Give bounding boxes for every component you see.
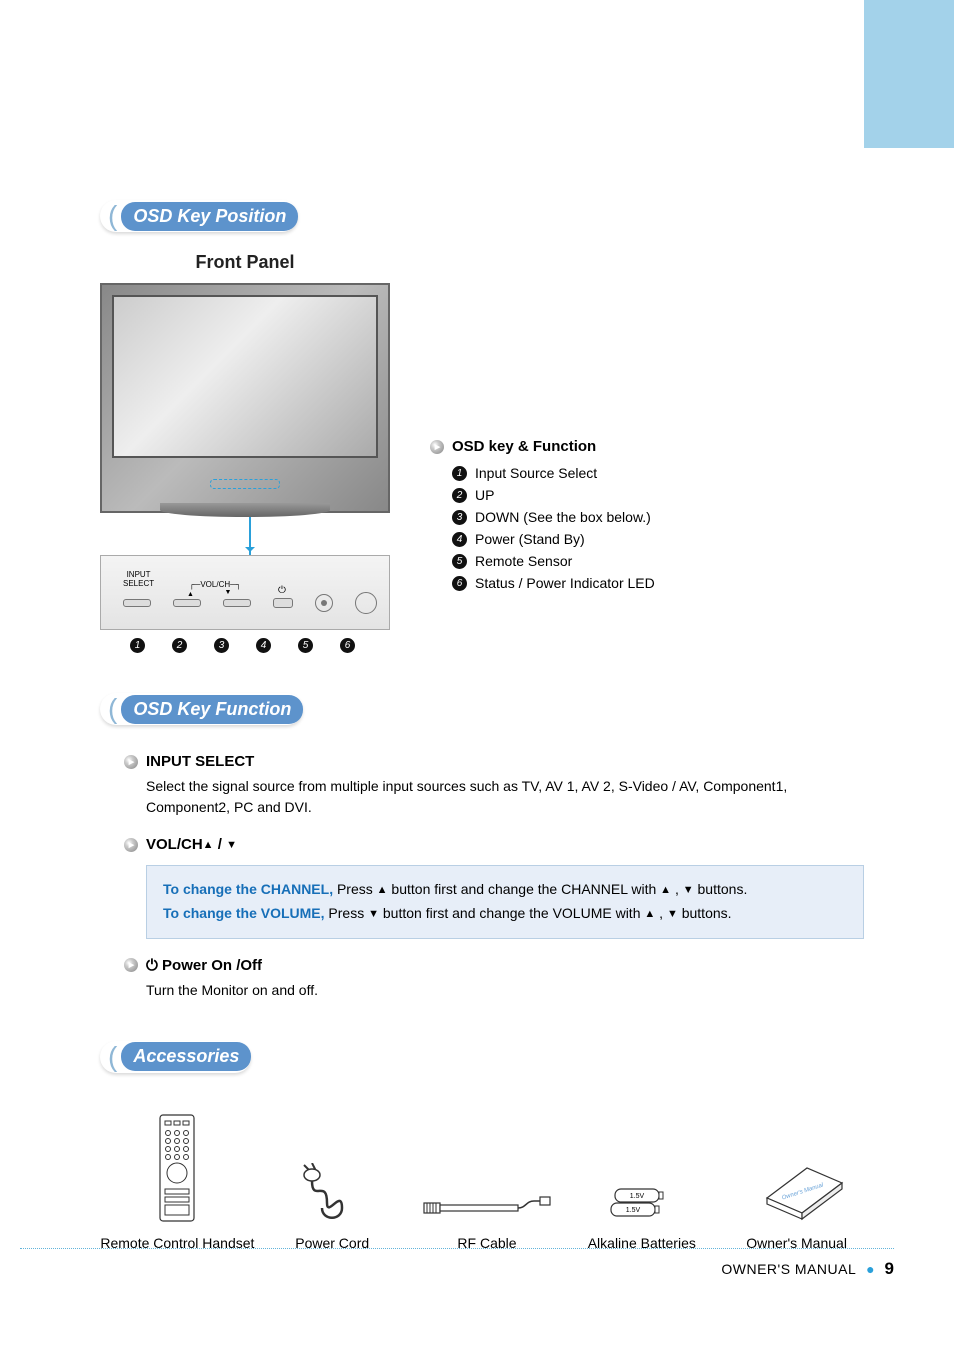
heading-text: Accessories xyxy=(121,1042,251,1071)
tv-illustration xyxy=(100,283,390,513)
heading-osd-key-position: OSD Key Position xyxy=(100,200,298,232)
svg-text:1.5V: 1.5V xyxy=(626,1207,641,1214)
volch-info-box: To change the CHANNEL, Press ▲ button fi… xyxy=(146,865,864,939)
func-label: Power (Stand By) xyxy=(475,531,585,547)
batteries-icon: 1.5V 1.5V xyxy=(607,1113,677,1223)
marker-3: 3 xyxy=(214,638,229,653)
num-badge: 5 xyxy=(452,554,467,569)
accessory-rf-cable: RF Cable xyxy=(410,1113,565,1251)
subheading-power: ⏻ Power On /Off xyxy=(100,957,874,974)
panel-button-1 xyxy=(123,599,151,607)
func-label: UP xyxy=(475,487,494,503)
power-body: Turn the Monitor on and off. xyxy=(100,980,874,1001)
list-item: 5 Remote Sensor xyxy=(452,553,874,569)
power-cord-icon xyxy=(292,1113,372,1223)
list-item: 2 UP xyxy=(452,487,874,503)
info-line-volume: To change the VOLUME, Press ▼ button fir… xyxy=(163,902,847,926)
label-input-select: INPUT SELECT xyxy=(123,570,154,588)
accessory-power-cord: Power Cord xyxy=(255,1113,410,1251)
list-item: 6 Status / Power Indicator LED xyxy=(452,575,874,591)
num-badge: 3 xyxy=(452,510,467,525)
list-item: 3 DOWN (See the box below.) xyxy=(452,509,874,525)
num-badge: 4 xyxy=(452,532,467,547)
bullet-icon xyxy=(430,440,444,454)
footer-manual-label: OWNER'S MANUAL xyxy=(721,1261,856,1277)
rf-cable-icon xyxy=(422,1113,552,1223)
remote-icon xyxy=(156,1113,198,1223)
list-item: 1 Input Source Select xyxy=(452,465,874,481)
func-label: DOWN (See the box below.) xyxy=(475,509,651,525)
func-label: Remote Sensor xyxy=(475,553,572,569)
subheading-volch: VOL/CH▲ / ▼ xyxy=(100,836,874,853)
svg-text:1.5V: 1.5V xyxy=(630,1193,645,1200)
heading-accessories: Accessories xyxy=(100,1041,251,1073)
page-content: OSD Key Position Front Panel INPUT SELEC… xyxy=(0,0,954,1251)
subheading-text: ⏻ Power On /Off xyxy=(146,957,262,974)
panel-remote-sensor-icon xyxy=(315,594,333,612)
marker-6: 6 xyxy=(340,638,355,653)
num-badge: 1 xyxy=(452,466,467,481)
osd-function-list: 1 Input Source Select 2 UP 3 DOWN (See the … xyxy=(430,465,874,591)
marker-4: 4 xyxy=(256,638,271,653)
osd-function-list-column: OSD key & Function 1 Input Source Select … xyxy=(430,283,874,653)
func-label: Status / Power Indicator LED xyxy=(475,575,655,591)
func-label: Input Source Select xyxy=(475,465,597,481)
bullet-icon xyxy=(124,958,138,972)
subheading-text: VOL/CH▲ / ▼ xyxy=(146,836,237,853)
accessory-batteries: 1.5V 1.5V Alkaline Batteries xyxy=(564,1113,719,1251)
tv-diagram: INPUT SELECT ┌─VOL/CH─┐▲▼ 1 2 3 4 5 6 xyxy=(100,283,400,653)
marker-1: 1 xyxy=(130,638,145,653)
section-osd-key-function: OSD Key Function INPUT SELECT Select the… xyxy=(100,693,874,1001)
accessory-remote: Remote Control Handset xyxy=(100,1113,255,1251)
footer-page-number: 9 xyxy=(885,1259,894,1278)
footer-dot-icon: ● xyxy=(866,1261,874,1277)
heading-osd-key-and-function: OSD key & Function xyxy=(430,438,874,455)
heading-front-panel: Front Panel xyxy=(100,252,390,273)
heading-text: OSD Key Position xyxy=(121,202,298,231)
heading-text: OSD key & Function xyxy=(452,438,596,455)
subheading-text: INPUT SELECT xyxy=(146,753,254,770)
input-select-body: Select the signal source from multiple i… xyxy=(100,776,874,818)
panel-button-3 xyxy=(223,599,251,607)
power-icon: ⏻ xyxy=(146,957,162,974)
front-panel-layout: INPUT SELECT ┌─VOL/CH─┐▲▼ 1 2 3 4 5 6 xyxy=(100,283,874,653)
marker-2: 2 xyxy=(172,638,187,653)
num-badge: 2 xyxy=(452,488,467,503)
bullet-icon xyxy=(124,755,138,769)
heading-text: OSD Key Function xyxy=(121,695,303,724)
panel-number-markers: 1 2 3 4 5 6 xyxy=(130,638,400,653)
marker-5: 5 xyxy=(298,638,313,653)
list-item: 4 Power (Stand By) xyxy=(452,531,874,547)
panel-button-2 xyxy=(173,599,201,607)
accessories-row: Remote Control Handset Power Cord xyxy=(100,1113,874,1251)
page-footer: OWNER'S MANUAL ● 9 xyxy=(20,1248,894,1279)
callout-arrow-icon xyxy=(249,517,251,555)
accessory-manual: Owner's Manual Owner's Manual xyxy=(719,1113,874,1251)
manual-icon: Owner's Manual xyxy=(747,1113,847,1223)
subheading-input-select: INPUT SELECT xyxy=(100,753,874,770)
num-badge: 6 xyxy=(452,576,467,591)
panel-button-power xyxy=(273,598,293,608)
section-accessories: Accessories xyxy=(100,1041,874,1251)
panel-led-icon xyxy=(355,592,377,614)
sidebar-accent-band xyxy=(864,0,954,148)
bullet-icon xyxy=(124,838,138,852)
info-line-channel: To change the CHANNEL, Press ▲ button fi… xyxy=(163,878,847,902)
button-panel-detail: INPUT SELECT ┌─VOL/CH─┐▲▼ xyxy=(100,555,390,630)
heading-osd-key-function: OSD Key Function xyxy=(100,693,303,725)
